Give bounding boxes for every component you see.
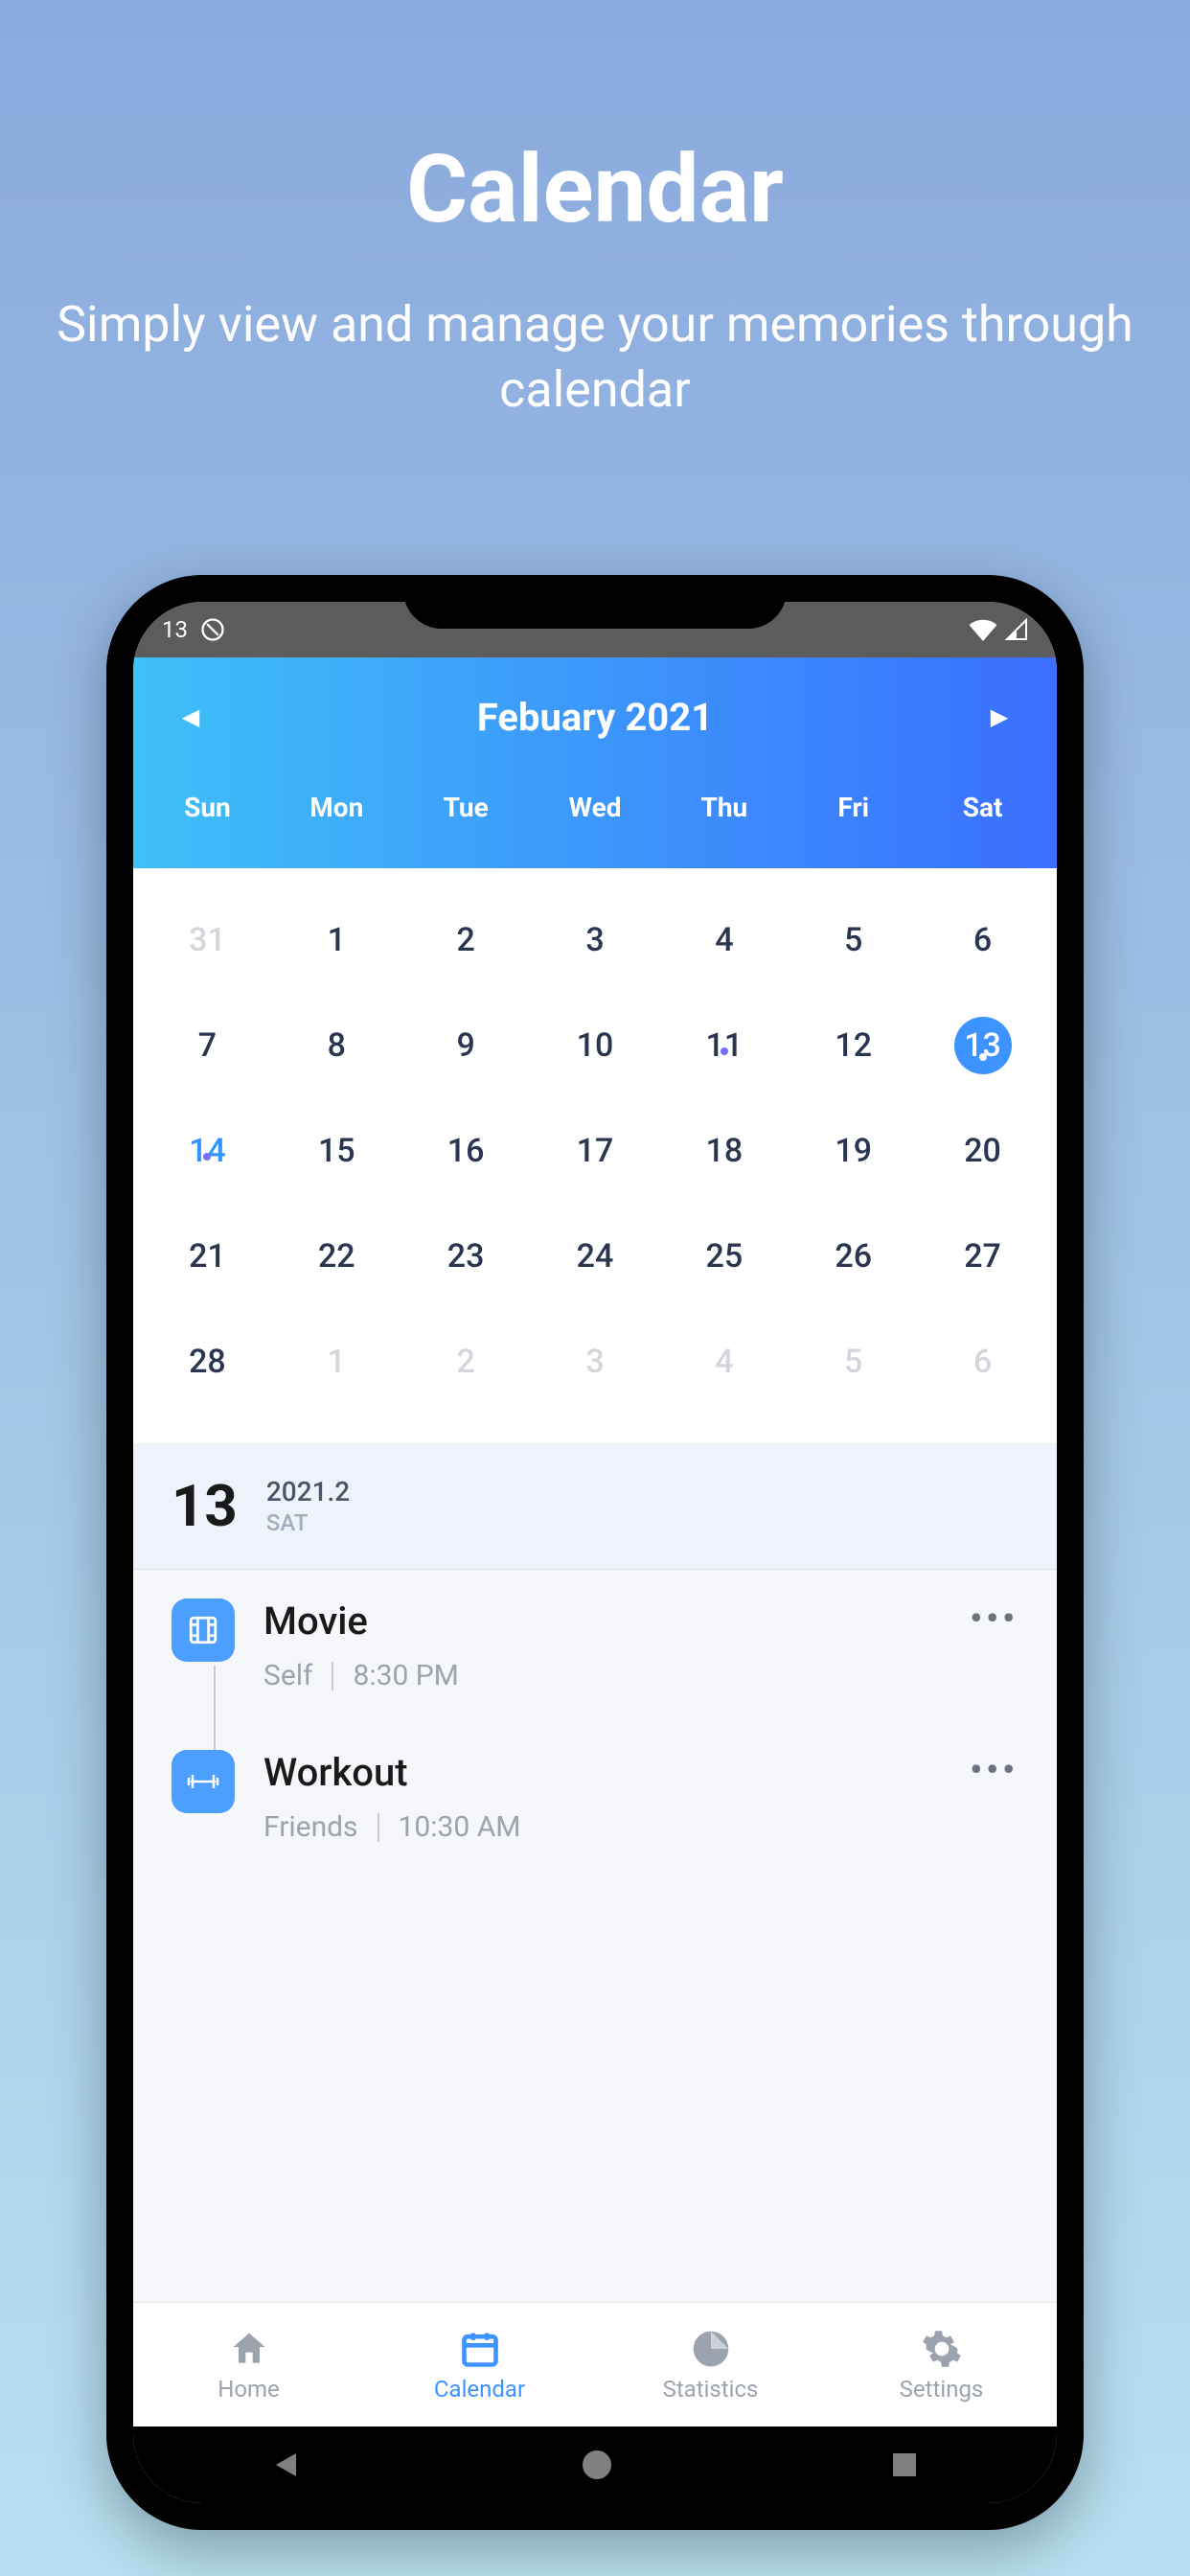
nav-label: Settings <box>900 2376 984 2403</box>
selected-day-header: 13 2021.2 SAT <box>133 1443 1057 1570</box>
film-icon <box>172 1598 235 1662</box>
event-time: 10:30 AM <box>399 1810 521 1844</box>
calendar-day[interactable]: 16 <box>401 1132 531 1170</box>
calendar-day[interactable]: 21 <box>143 1237 272 1276</box>
nav-gear[interactable]: Settings <box>826 2328 1057 2403</box>
calendar-day[interactable]: 2 <box>401 921 531 959</box>
meta-divider <box>332 1662 333 1690</box>
wifi-icon <box>969 618 997 641</box>
weekday-label: Tue <box>401 792 531 823</box>
calendar-day[interactable]: 5 <box>789 921 918 959</box>
calendar-day[interactable]: 1 <box>272 1343 401 1381</box>
promo-title: Calendar <box>406 134 784 244</box>
weekday-label: Sat <box>918 792 1047 823</box>
calendar-day[interactable]: 10 <box>531 1026 660 1065</box>
phone-notch <box>403 575 787 629</box>
calendar-day[interactable]: 27 <box>918 1237 1047 1276</box>
events-list: Movie Self 8:30 PM ••• Workout Friends 1… <box>133 1570 1057 1930</box>
calendar-day[interactable]: 19 <box>789 1132 918 1170</box>
calendar-day[interactable]: 15 <box>272 1132 401 1170</box>
weekday-label: Fri <box>789 792 918 823</box>
android-nav-bar <box>133 2426 1057 2503</box>
weekday-label: Sun <box>143 792 272 823</box>
gear-icon <box>921 2328 963 2370</box>
phone-frame: 13 ◀ Febuary 2021 ▶ SunMonTueWedThuFr <box>106 575 1084 2530</box>
calendar-day[interactable]: 17 <box>531 1132 660 1170</box>
nav-label: Home <box>217 2376 280 2403</box>
stats-icon <box>690 2328 732 2370</box>
nav-label: Calendar <box>434 2376 525 2403</box>
calendar-day[interactable]: 4 <box>659 921 789 959</box>
calendar-day[interactable]: 7 <box>143 1026 272 1065</box>
calendar-grid: 3112345678910111213141516171819202122232… <box>133 868 1057 1443</box>
calendar-day[interactable]: 20 <box>918 1132 1047 1170</box>
selected-day-dow: SAT <box>266 1509 350 1536</box>
nav-calendar[interactable]: Calendar <box>364 2328 595 2403</box>
calendar-header: ◀ Febuary 2021 ▶ SunMonTueWedThuFriSat <box>133 657 1057 868</box>
phone-screen: 13 ◀ Febuary 2021 ▶ SunMonTueWedThuFr <box>133 602 1057 2503</box>
calendar-day[interactable]: 24 <box>531 1237 660 1276</box>
event-item[interactable]: Movie Self 8:30 PM ••• <box>172 1598 1018 1692</box>
calendar-day[interactable]: 31 <box>143 921 272 959</box>
no-sync-icon <box>199 616 226 643</box>
calendar-day[interactable]: 18 <box>659 1132 789 1170</box>
event-who: Friends <box>263 1810 358 1844</box>
calendar-day[interactable]: 25 <box>659 1237 789 1276</box>
calendar-day[interactable]: 13 <box>918 1017 1047 1074</box>
calendar-day[interactable]: 26 <box>789 1237 918 1276</box>
calendar-day[interactable]: 14 <box>143 1132 272 1170</box>
calendar-day[interactable]: 1 <box>272 921 401 959</box>
next-month-button[interactable]: ▶ <box>980 703 1018 730</box>
calendar-day[interactable]: 3 <box>531 1343 660 1381</box>
calendar-day[interactable]: 3 <box>531 921 660 959</box>
prev-month-button[interactable]: ◀ <box>172 703 210 730</box>
weekday-row: SunMonTueWedThuFriSat <box>133 792 1057 823</box>
calendar-day[interactable]: 6 <box>918 921 1047 959</box>
nav-label: Statistics <box>663 2376 759 2403</box>
event-time: 8:30 PM <box>353 1659 458 1692</box>
signal-icon <box>1005 618 1028 641</box>
selected-day-date: 2021.2 <box>266 1476 350 1507</box>
weekday-label: Thu <box>659 792 789 823</box>
event-who: Self <box>263 1659 312 1692</box>
weekday-label: Mon <box>272 792 401 823</box>
nav-home[interactable]: Home <box>133 2328 364 2403</box>
calendar-day[interactable]: 5 <box>789 1343 918 1381</box>
nav-stats[interactable]: Statistics <box>595 2328 826 2403</box>
status-time: 13 <box>162 616 188 643</box>
calendar-icon <box>459 2328 501 2370</box>
event-title: Workout <box>263 1750 941 1795</box>
weekday-label: Wed <box>531 792 660 823</box>
calendar-day[interactable]: 9 <box>401 1026 531 1065</box>
calendar-day[interactable]: 6 <box>918 1343 1047 1381</box>
calendar-day[interactable]: 11 <box>659 1026 789 1065</box>
more-button[interactable]: ••• <box>970 1750 1018 1790</box>
android-back-button[interactable] <box>270 2448 305 2482</box>
more-button[interactable]: ••• <box>970 1598 1018 1639</box>
bottom-nav: Home Calendar Statistics Settings <box>133 2302 1057 2426</box>
calendar-day[interactable]: 4 <box>659 1343 789 1381</box>
home-icon <box>228 2328 270 2370</box>
calendar-day[interactable]: 8 <box>272 1026 401 1065</box>
event-item[interactable]: Workout Friends 10:30 AM ••• <box>172 1750 1018 1844</box>
selected-day-number: 13 <box>172 1472 238 1540</box>
calendar-day[interactable]: 12 <box>789 1026 918 1065</box>
calendar-day[interactable]: 22 <box>272 1237 401 1276</box>
android-home-button[interactable] <box>580 2448 614 2482</box>
meta-divider <box>378 1813 379 1842</box>
event-title: Movie <box>263 1598 941 1644</box>
calendar-day[interactable]: 2 <box>401 1343 531 1381</box>
promo-subtitle: Simply view and manage your memories thr… <box>0 292 1190 422</box>
dumbbell-icon <box>172 1750 235 1813</box>
month-title: Febuary 2021 <box>477 695 713 740</box>
calendar-day[interactable]: 28 <box>143 1343 272 1381</box>
calendar-day[interactable]: 23 <box>401 1237 531 1276</box>
android-recent-button[interactable] <box>889 2450 920 2480</box>
